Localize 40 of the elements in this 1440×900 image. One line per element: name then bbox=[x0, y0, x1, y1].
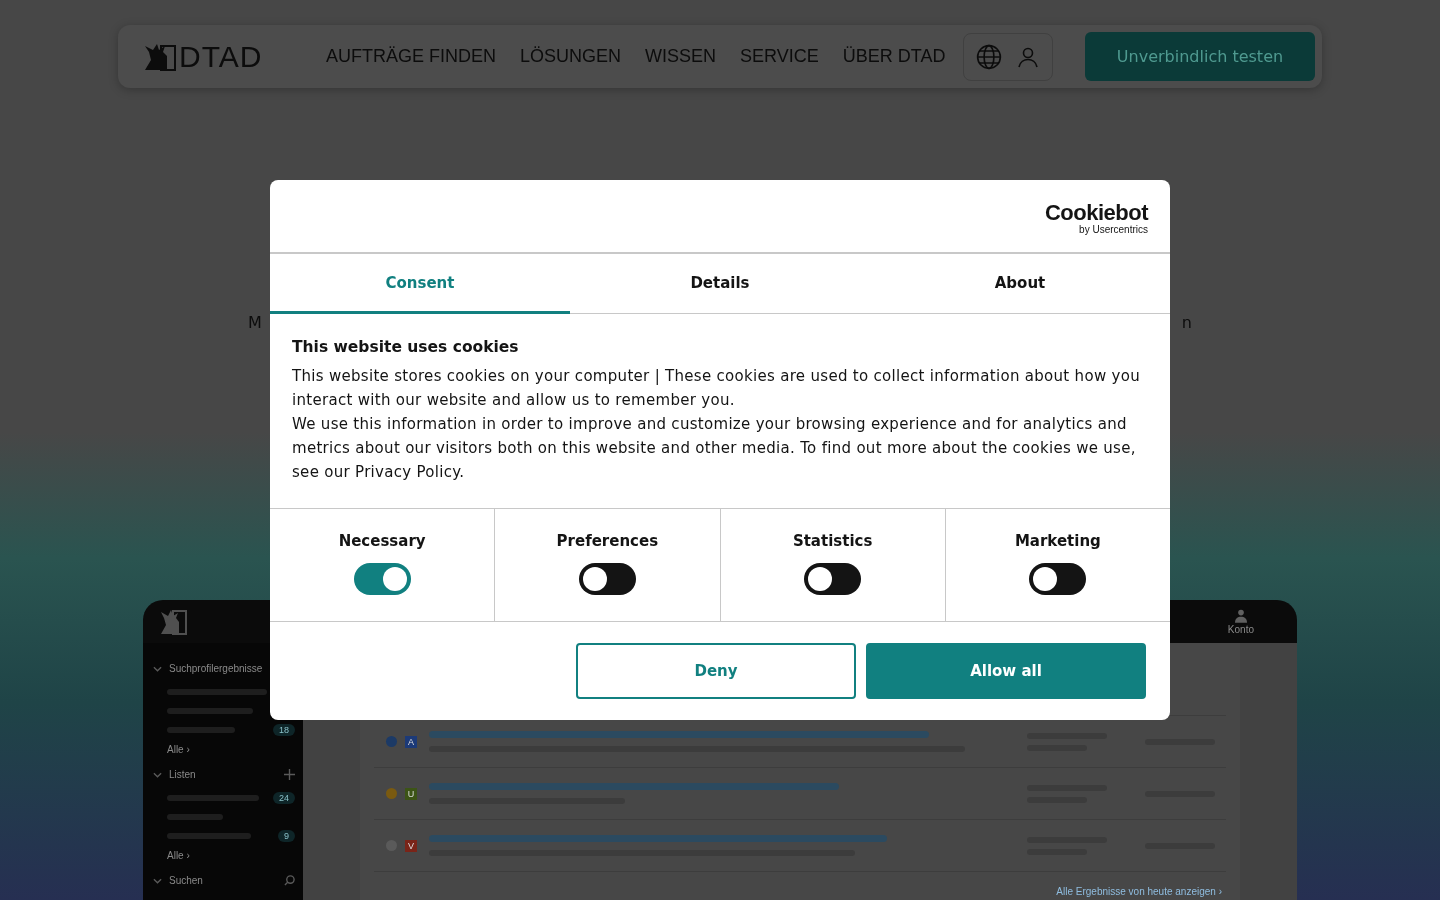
toggle-switch[interactable] bbox=[353, 563, 411, 595]
globe-icon[interactable] bbox=[976, 43, 1002, 70]
search-icon[interactable] bbox=[284, 875, 295, 886]
lead-fragment: n bbox=[1181, 313, 1192, 332]
type-badge: V bbox=[405, 839, 417, 852]
lead-fragment: M bbox=[248, 313, 262, 332]
toggle-switch[interactable] bbox=[1029, 563, 1087, 595]
section-title[interactable]: Suchprofilergebnisse bbox=[169, 663, 263, 674]
chevron-down-icon[interactable] bbox=[153, 877, 162, 884]
count-badge: 18 bbox=[273, 723, 295, 736]
dialog-tab[interactable]: About bbox=[870, 254, 1170, 314]
dialog-heading: This website uses cookies bbox=[292, 338, 520, 356]
type-badge: U bbox=[405, 787, 417, 800]
account-label[interactable]: Konto bbox=[1227, 623, 1254, 635]
chevron-down-icon[interactable] bbox=[153, 665, 162, 672]
category-label: Marketing bbox=[1014, 532, 1101, 550]
allow-all-button[interactable]: Allow all bbox=[866, 643, 1146, 699]
chevron-down-icon[interactable] bbox=[153, 771, 162, 778]
show-all-link[interactable]: Alle › bbox=[167, 850, 190, 861]
toggle-switch[interactable] bbox=[804, 563, 862, 595]
category-label: Statistics bbox=[792, 532, 873, 550]
plus-icon[interactable] bbox=[284, 769, 295, 780]
count-badge: 24 bbox=[273, 791, 295, 804]
count-badge: 9 bbox=[278, 829, 295, 842]
cookiebot-logo: Cookiebot by Usercentrics bbox=[1044, 201, 1148, 235]
user-icon[interactable] bbox=[1234, 608, 1247, 623]
dialog-tab[interactable]: Details bbox=[570, 254, 870, 314]
dialog-tab[interactable]: Consent bbox=[270, 254, 570, 314]
category-label: Necessary bbox=[338, 532, 426, 550]
trial-button[interactable]: Unverbindlich testen bbox=[1085, 32, 1315, 81]
all-results-link[interactable]: Alle Ergebnisse von heute anzeigen › bbox=[1056, 886, 1222, 897]
type-badge: A bbox=[405, 735, 417, 748]
category-label: Preferences bbox=[556, 532, 659, 550]
toggle-switch[interactable] bbox=[578, 563, 636, 595]
section-title[interactable]: Listen bbox=[169, 769, 196, 780]
dialog-text: We use this information in order to improve and customize your browsing experience and for analytics and metrics about our visitors both on this website and other media. To find out more about the cookies we use, see our Privacy Policy. bbox=[292, 414, 1137, 483]
deny-button[interactable]: Deny bbox=[576, 643, 856, 699]
section-title[interactable]: Suchen bbox=[169, 875, 203, 886]
show-all-link[interactable]: Alle › bbox=[167, 744, 190, 755]
dialog-text: This website stores cookies on your computer | These cookies are used to collect information about how you interact with our website and allow us to remember you. bbox=[292, 366, 1141, 411]
